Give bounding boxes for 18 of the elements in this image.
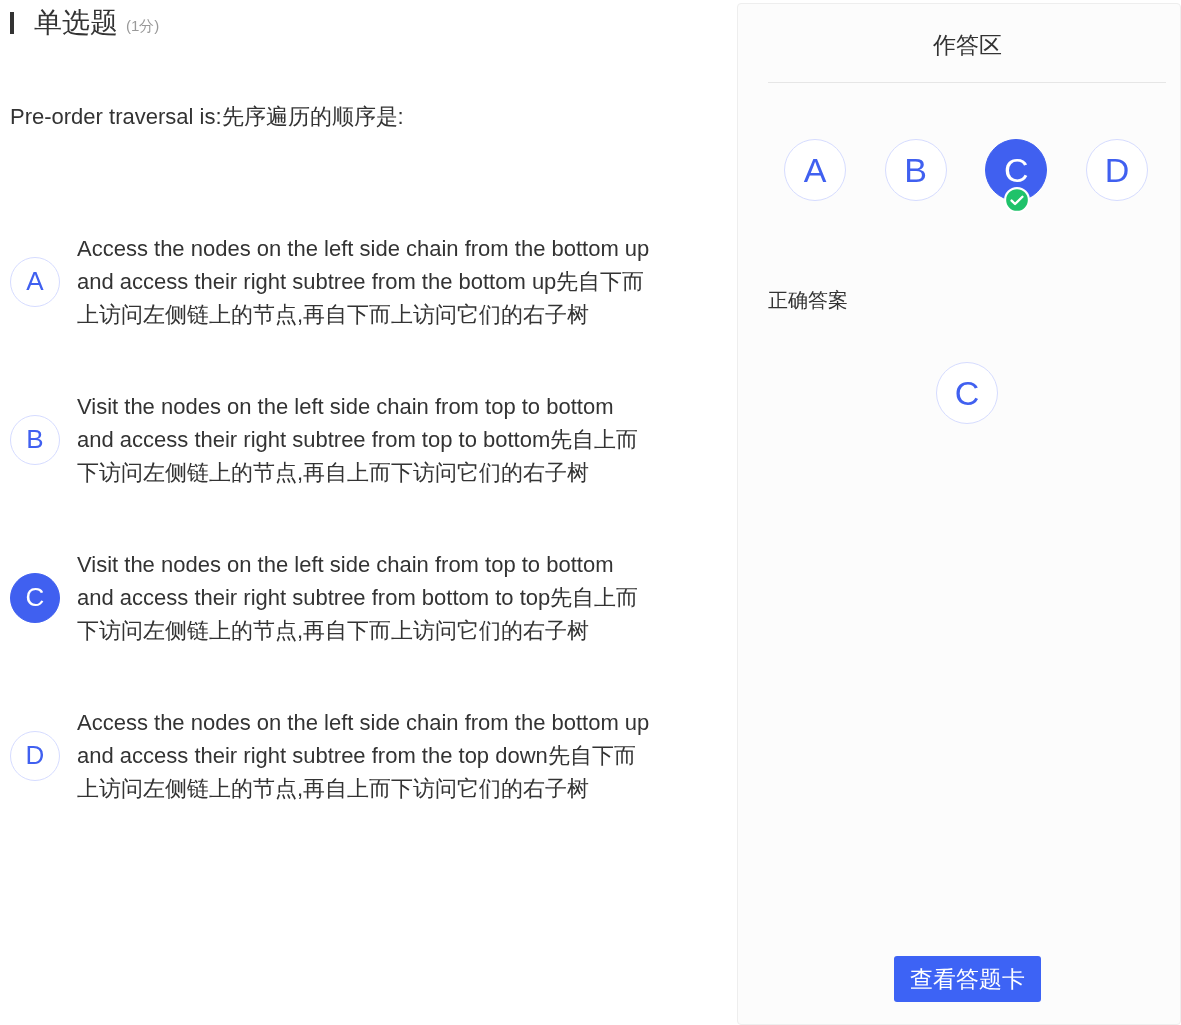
panel-title: 作答区: [931, 31, 1003, 60]
correct-answer-label: 正确答案: [768, 288, 849, 313]
answer-sheet-button[interactable]: 查看答题卡: [893, 956, 1041, 1002]
option-text: Visit the nodes on the left side chain from top to bottom and access their right subtree from bottom to top先自上而下访问左侧链上的节点,再自下而上访问它们的右子树: [77, 551, 640, 645]
option-letter[interactable]: B: [10, 414, 60, 465]
option-text: Access the nodes on the left side chain from the bottom up and access their right subtree from the top down先自下而上访问左侧链上的节点,再自上而下访问它们的右子树: [77, 709, 651, 803]
option-letter[interactable]: C: [10, 572, 60, 623]
answer-choice[interactable]: A: [784, 139, 846, 201]
option-text: Access the nodes on the left side chain from the bottom up and access their right subtree from the bottom up先自下而上访问左侧链上的节点,再自下而上访问它们的右子树: [77, 235, 651, 329]
option-letter[interactable]: D: [10, 730, 60, 781]
question-score: (1分): [126, 16, 160, 36]
answer-choice[interactable]: B: [884, 139, 947, 201]
question-type: 单选题: [34, 6, 118, 40]
option-text: Visit the nodes on the left side chain from top to bottom and access their right subtree from top to bottom先自上而下访问左侧链上的节点,再自上而下访问它们的右子树: [77, 393, 640, 487]
option-letter[interactable]: A: [10, 256, 60, 307]
correct-answer: C: [936, 362, 998, 424]
question-text: Pre-order traversal is:先序遍历的顺序是:: [10, 103, 405, 131]
answer-choice[interactable]: D: [1085, 139, 1148, 201]
